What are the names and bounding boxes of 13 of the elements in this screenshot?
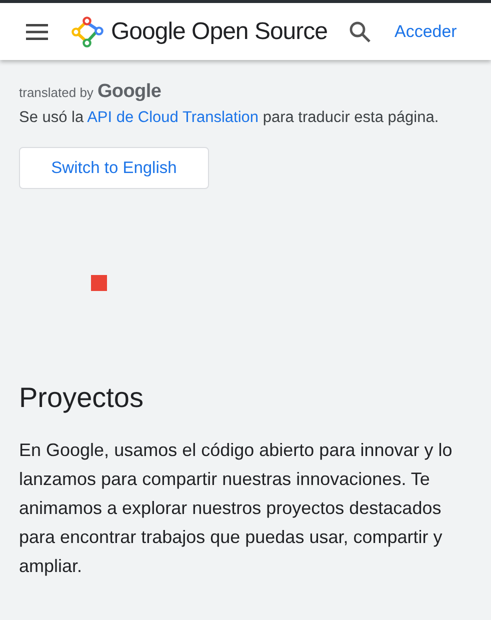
search-icon[interactable] xyxy=(349,20,372,42)
section-heading: Proyectos xyxy=(19,382,144,414)
translation-api-link[interactable]: API de Cloud Translation xyxy=(87,109,259,126)
translated-by-label: translated by xyxy=(19,85,94,100)
section-paragraph: En Google, usamos el código abierto para innovar y lo lanzamos para compartir nuestras innovaciones. Te animamos a explorar nuestros proyectos destacados para encontrar trabajos que puedas usar, compartir y ampliar. xyxy=(19,439,454,578)
square-icon xyxy=(91,275,107,291)
logo-icon xyxy=(71,16,105,48)
menu-icon[interactable] xyxy=(26,24,48,40)
translation-notice: Se usó la API de Cloud Translation para traducir esta página. xyxy=(19,109,440,127)
sign-in-link[interactable]: Acceder xyxy=(394,22,457,42)
google-wordmark: Google xyxy=(97,81,162,103)
switch-language-button[interactable]: Switch to English xyxy=(19,147,209,189)
site-title[interactable]: Google Open Source xyxy=(111,18,328,46)
